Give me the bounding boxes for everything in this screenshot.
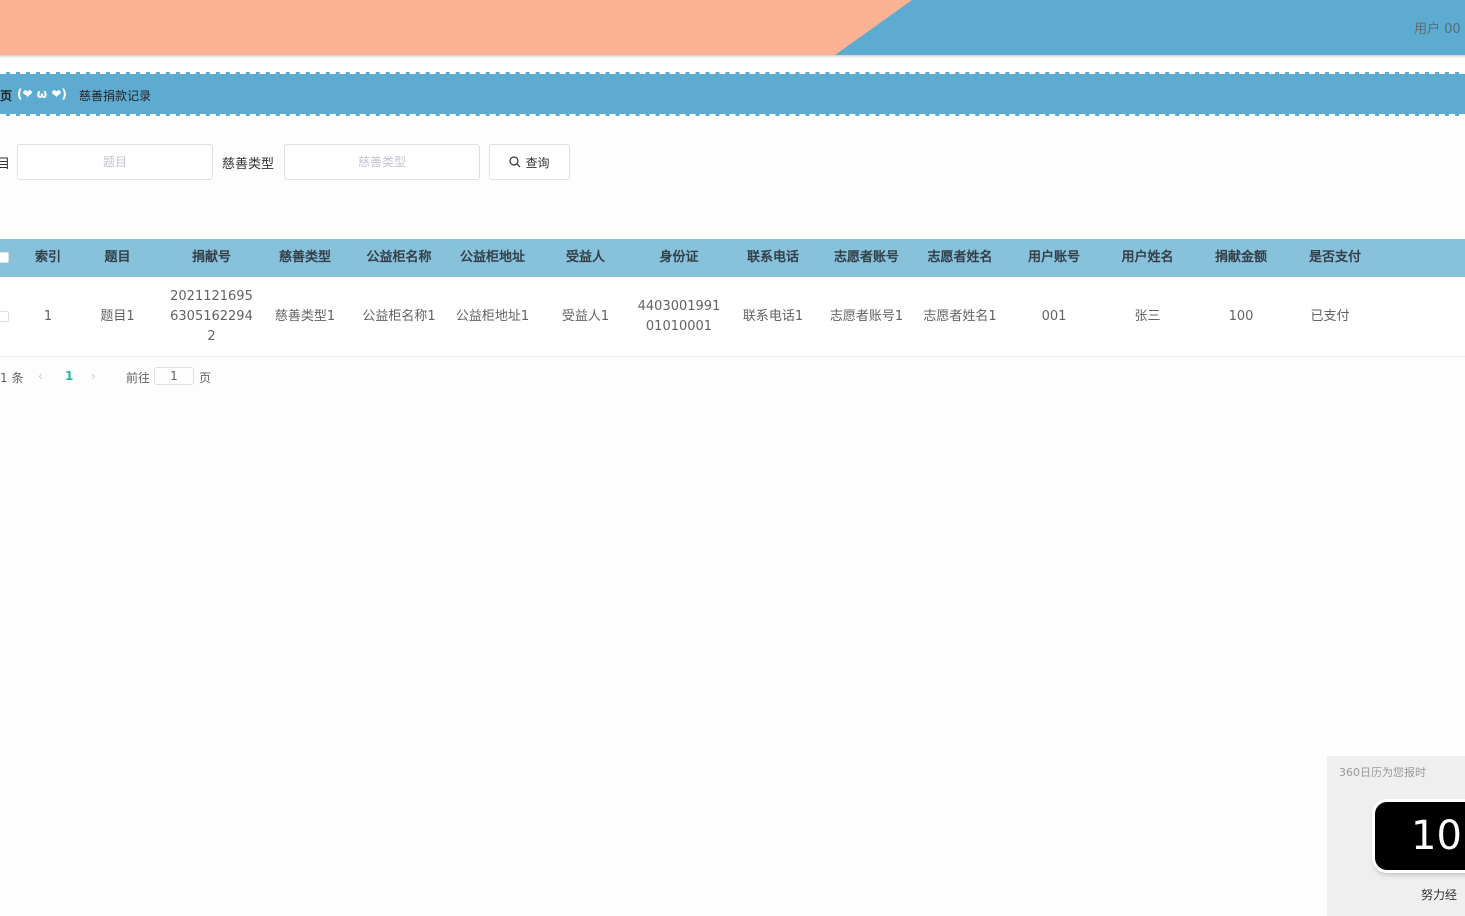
breadcrumb-home[interactable]: 页 — [0, 87, 12, 104]
cell-volunteer-account: 志愿者账号1 — [829, 308, 904, 324]
pagination-total: 1 条 — [0, 371, 24, 385]
column-header: 身份证 — [659, 250, 699, 265]
select-all-checkbox[interactable] — [0, 252, 9, 263]
type-search-label: 慈善类型 — [222, 157, 275, 172]
cell-user-account: 001 — [1041, 308, 1067, 324]
cell-index: 1 — [43, 308, 53, 324]
chevron-right-icon[interactable]: › — [91, 369, 96, 383]
pagination-goto-input[interactable]: 1 — [154, 367, 194, 385]
cell-amount: 100 — [1228, 308, 1254, 324]
widget-title: 360日历为您报时 — [1339, 766, 1426, 779]
title-search-label: 目 — [0, 157, 11, 172]
cell-phone: 联系电话1 — [742, 308, 804, 324]
cell-user-name: 张三 — [1134, 308, 1161, 324]
column-header: 捐献号 — [191, 250, 231, 265]
cell-donation-number: 2021121695 6305162294 2 — [170, 288, 253, 344]
column-header: 是否支付 — [1308, 250, 1361, 265]
cell-cabinet-address: 公益柜地址1 — [455, 308, 530, 324]
header-decoration — [0, 0, 912, 55]
breadcrumb: 页 (❤ ω ❤) 慈善捐款记录 — [0, 72, 1465, 116]
search-icon — [509, 156, 521, 168]
column-header: 志愿者姓名 — [927, 250, 993, 265]
cell-volunteer-name: 志愿者姓名1 — [923, 308, 997, 324]
cell-id-card: 4403001991 01010001 — [637, 298, 721, 334]
pagination-goto-suffix: 页 — [199, 371, 212, 385]
pagination-goto-label: 前往 — [126, 371, 151, 385]
widget-footer: 努力经 — [1421, 888, 1458, 902]
table-header: 索引 题目 捐献号 慈善类型 公益柜名称 公益柜地址 受益人 身份证 联系电话 … — [0, 239, 1465, 277]
title-search-input[interactable] — [17, 144, 213, 180]
type-search-input[interactable] — [284, 144, 480, 180]
chevron-left-icon[interactable]: ‹ — [38, 369, 43, 383]
cell-paid-status: 已支付 — [1310, 308, 1350, 324]
column-header: 联系电话 — [746, 250, 799, 265]
donation-table: 索引 题目 捐献号 慈善类型 公益柜名称 公益柜地址 受益人 身份证 联系电话 … — [0, 239, 1465, 357]
row-checkbox[interactable] — [0, 311, 9, 322]
user-account-label[interactable]: 用户 00 — [1414, 18, 1461, 37]
cell-cabinet-name: 公益柜名称1 — [362, 308, 436, 324]
breadcrumb-current: 慈善捐款记录 — [79, 89, 152, 103]
calendar-clock-widget[interactable]: 360日历为您报时 10 努力经 — [1327, 756, 1465, 916]
column-header: 公益柜地址 — [459, 250, 525, 265]
column-header: 受益人 — [565, 250, 605, 265]
clock-display: 10 — [1375, 802, 1465, 870]
column-header: 捐献金额 — [1214, 250, 1267, 265]
top-header: 用户 00 — [0, 0, 1465, 55]
cell-title: 题目1 — [100, 308, 135, 324]
column-header: 索引 — [34, 250, 61, 265]
cell-charity-type: 慈善类型1 — [274, 308, 336, 324]
header-shadow — [0, 55, 1465, 58]
column-header: 用户账号 — [1027, 250, 1080, 265]
cell-beneficiary: 受益人1 — [561, 308, 610, 324]
breadcrumb-separator: (❤ ω ❤) — [17, 87, 67, 101]
column-header: 题目 — [104, 250, 131, 265]
column-header: 公益柜名称 — [366, 250, 432, 265]
query-button-label: 查询 — [525, 155, 550, 170]
pagination-page-1[interactable]: 1 — [65, 369, 73, 383]
table-row[interactable]: 1 题目1 2021121695 6305162294 2 慈善类型1 公益柜名… — [0, 277, 1465, 357]
column-header: 用户姓名 — [1121, 250, 1174, 265]
query-button[interactable]: 查询 — [489, 144, 570, 180]
column-header: 慈善类型 — [278, 250, 331, 265]
column-header: 志愿者账号 — [833, 250, 899, 265]
